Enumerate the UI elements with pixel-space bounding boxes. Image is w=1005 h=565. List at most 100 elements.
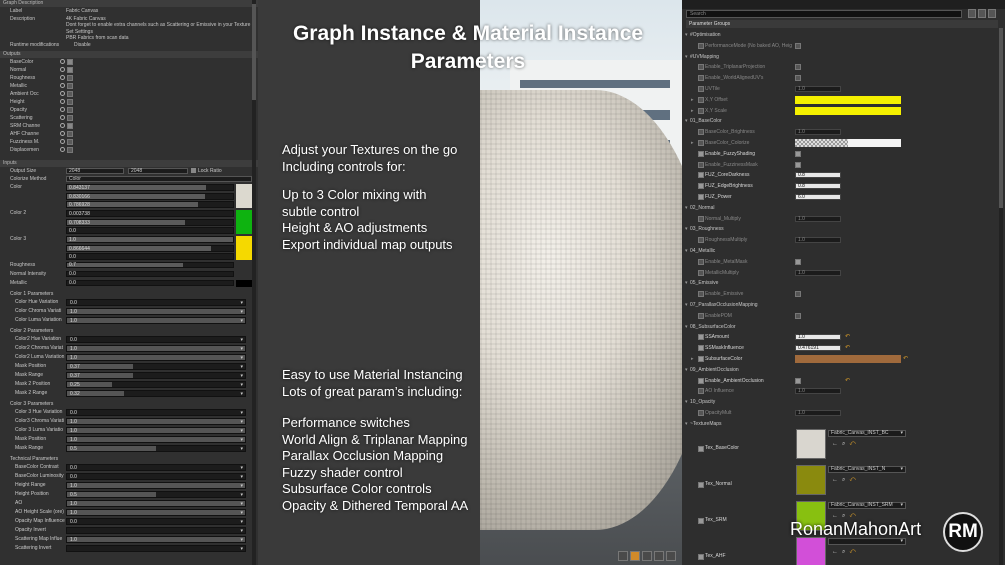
parameter-slider[interactable]: 0.0 ▾	[66, 473, 246, 480]
texture-thumbnail[interactable]	[796, 429, 826, 460]
override-checkbox[interactable]	[698, 237, 704, 244]
left-scrollbar-thumb[interactable]	[252, 4, 256, 100]
color-swatch[interactable]	[236, 184, 252, 208]
scalar-value-field[interactable]: 1.0	[795, 85, 841, 92]
expand-arrow-icon[interactable]: ▸	[691, 354, 694, 365]
texture-asset-select[interactable]: Fabric_Canvas_INST_N ▾	[828, 466, 906, 474]
output-checkbox[interactable]	[67, 115, 73, 121]
chevron-down-icon[interactable]: ▾	[900, 539, 903, 544]
override-checkbox[interactable]	[698, 172, 704, 179]
output-checkbox[interactable]	[67, 67, 73, 73]
use-selected-icon[interactable]: ←	[832, 477, 842, 483]
override-checkbox[interactable]	[698, 334, 704, 341]
scalar-value-field[interactable]: 1.0	[795, 334, 841, 341]
parameter-slider[interactable]: 0.37 ▾	[66, 372, 246, 379]
color-channel-field[interactable]: 0.0	[66, 253, 234, 260]
details-search-input[interactable]: Search	[686, 10, 962, 18]
chevron-down-icon[interactable]: ▾	[900, 503, 903, 508]
parameter-slider[interactable]: 1.0 ▾	[66, 436, 246, 443]
chevron-down-icon[interactable]: ▾	[240, 410, 243, 416]
output-checkbox[interactable]	[67, 99, 73, 105]
runtime-value[interactable]: Disable	[66, 41, 91, 49]
scalar-value-field[interactable]: 1.0	[795, 237, 841, 244]
expand-arrow-icon[interactable]: ▸	[691, 106, 694, 117]
colorize-select[interactable]: Color	[66, 176, 252, 182]
chevron-down-icon[interactable]: ▾	[240, 419, 243, 425]
parameter-group-header[interactable]: Color 1 Parameters	[0, 290, 258, 298]
graph-description-header[interactable]: Graph Description	[0, 0, 258, 7]
override-checkbox[interactable]	[698, 183, 704, 190]
chevron-down-icon[interactable]: ▾	[240, 446, 243, 452]
override-checkbox[interactable]	[698, 150, 704, 157]
parameter-group-label[interactable]: 10_Opacity	[690, 397, 715, 408]
sphere-preview-icon[interactable]	[618, 551, 628, 561]
search-icon[interactable]	[60, 91, 65, 96]
right-scrollbar-thumb[interactable]	[999, 28, 1003, 208]
chevron-down-icon[interactable]: ▾	[240, 373, 243, 379]
parameter-group-label[interactable]: 04_Metallic	[690, 246, 715, 257]
override-checkbox[interactable]	[698, 345, 704, 352]
chevron-down-icon[interactable]: ▾	[240, 501, 243, 507]
override-checkbox[interactable]	[698, 482, 704, 489]
parameter-group-label[interactable]: 09_AmbientOcclusion	[690, 365, 739, 376]
collapse-arrow-icon[interactable]: ▾	[685, 52, 688, 63]
color-value-bar[interactable]	[795, 138, 901, 147]
texture-asset-select[interactable]: Fabric_Canvas_INST_BC ▾	[828, 430, 906, 438]
collapse-arrow-icon[interactable]: ▾	[685, 30, 688, 41]
chevron-down-icon[interactable]: ▾	[240, 528, 243, 534]
metallic-swatch[interactable]	[236, 280, 252, 287]
parameter-slider[interactable]: 0.0 ▾	[66, 336, 246, 343]
color-swatch[interactable]	[236, 236, 252, 260]
search-icon[interactable]	[60, 131, 65, 136]
parameter-slider[interactable]: 0.0 ▾	[66, 464, 246, 471]
override-checkbox[interactable]	[698, 388, 704, 395]
metallic-slider[interactable]: 0.0	[66, 280, 234, 286]
reset-icon[interactable]: ↶	[903, 354, 908, 365]
override-checkbox[interactable]	[698, 446, 704, 453]
parameter-group-label[interactable]: 03_Roughness	[690, 224, 724, 235]
scalar-value-field[interactable]: 1.0	[795, 269, 841, 276]
bool-value-checkbox[interactable]	[795, 161, 801, 168]
search-icon[interactable]	[60, 115, 65, 120]
search-icon[interactable]	[60, 147, 65, 152]
override-checkbox[interactable]	[698, 409, 704, 416]
reset-icon[interactable]: ↶	[849, 441, 859, 447]
chevron-down-icon[interactable]: ▾	[240, 519, 243, 525]
search-icon[interactable]	[60, 59, 65, 64]
roughness-slider[interactable]: 0.7	[66, 262, 234, 268]
override-checkbox[interactable]	[698, 215, 704, 222]
parameter-slider[interactable]: 0.0 ▾	[66, 518, 246, 525]
chevron-down-icon[interactable]: ▾	[240, 492, 243, 498]
parameter-slider[interactable]: 1.0 ▾	[66, 427, 246, 434]
parameter-slider[interactable]: 1.0 ▾	[66, 354, 246, 361]
parameter-slider[interactable]: 0.25 ▾	[66, 381, 246, 388]
parameter-slider[interactable]: 1.0 ▾	[66, 482, 246, 489]
parameter-slider[interactable]: 1.0 ▾	[66, 418, 246, 425]
color-swatch[interactable]	[236, 210, 252, 234]
settings-icon[interactable]	[988, 9, 996, 18]
bool-value-checkbox[interactable]	[795, 377, 801, 384]
parameter-groups-header[interactable]: Parameter Groups	[686, 20, 998, 28]
scalar-value-field[interactable]: 6.0	[795, 193, 841, 200]
collapse-arrow-icon[interactable]: ▾	[685, 116, 688, 127]
output-checkbox[interactable]	[67, 131, 73, 137]
reset-icon[interactable]: ↶	[849, 477, 859, 483]
chevron-down-icon[interactable]: ▾	[240, 483, 243, 489]
reset-icon[interactable]: ↶	[845, 376, 850, 387]
parameter-slider[interactable]: 1.0 ▾	[66, 536, 246, 543]
view-options-icon[interactable]	[968, 9, 976, 18]
bool-value-checkbox[interactable]	[795, 291, 801, 298]
color-channel-field[interactable]: 0.843137	[66, 184, 234, 191]
collapse-arrow-icon[interactable]: ▾	[685, 419, 688, 430]
output-checkbox[interactable]	[67, 59, 73, 65]
chevron-down-icon[interactable]: ▾	[240, 428, 243, 434]
parameter-group-label[interactable]: 01_BaseColor	[690, 116, 722, 127]
color-channel-field[interactable]: 0.866644	[66, 244, 234, 252]
override-checkbox[interactable]	[698, 377, 704, 384]
left-scrollbar[interactable]	[252, 0, 256, 565]
collapse-arrow-icon[interactable]: ▾	[685, 278, 688, 289]
color-channel-field[interactable]: 0.003738	[66, 210, 234, 217]
override-checkbox[interactable]	[698, 107, 704, 114]
cylinder-preview-icon[interactable]	[642, 551, 652, 561]
chevron-down-icon[interactable]: ▾	[240, 300, 243, 306]
